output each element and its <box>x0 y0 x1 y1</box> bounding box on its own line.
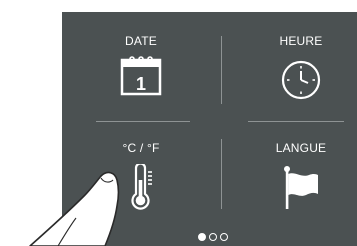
clock-icon <box>281 60 321 100</box>
temperature-unit-tile[interactable]: °C / °F <box>86 124 196 219</box>
flag-icon <box>284 166 318 209</box>
temperature-unit-label: °C / °F <box>122 141 160 155</box>
divider-vertical-top <box>221 36 222 104</box>
thermometer-icon <box>131 164 152 210</box>
page-indicator <box>198 231 228 243</box>
page-dot-1[interactable] <box>198 233 206 241</box>
language-label: LANGUE <box>275 141 327 155</box>
time-label: HEURE <box>279 34 323 48</box>
divider-vertical-bottom <box>221 139 222 209</box>
time-tile[interactable]: HEURE <box>246 16 356 111</box>
settings-panel: DATE 1 HEURE °C / °F LANGUE <box>62 12 357 246</box>
divider-horizontal-left <box>96 121 190 122</box>
calendar-day: 1 <box>136 74 146 94</box>
settings-screen: DATE 1 HEURE °C / °F LANGUE <box>0 0 357 246</box>
divider-horizontal-right <box>248 121 344 122</box>
language-tile[interactable]: LANGUE <box>246 124 356 219</box>
calendar-icon: 1 <box>120 56 162 96</box>
page-dot-2[interactable] <box>209 233 217 241</box>
date-tile[interactable]: DATE 1 <box>86 16 196 111</box>
page-dot-3[interactable] <box>220 233 228 241</box>
date-label: DATE <box>125 34 157 48</box>
